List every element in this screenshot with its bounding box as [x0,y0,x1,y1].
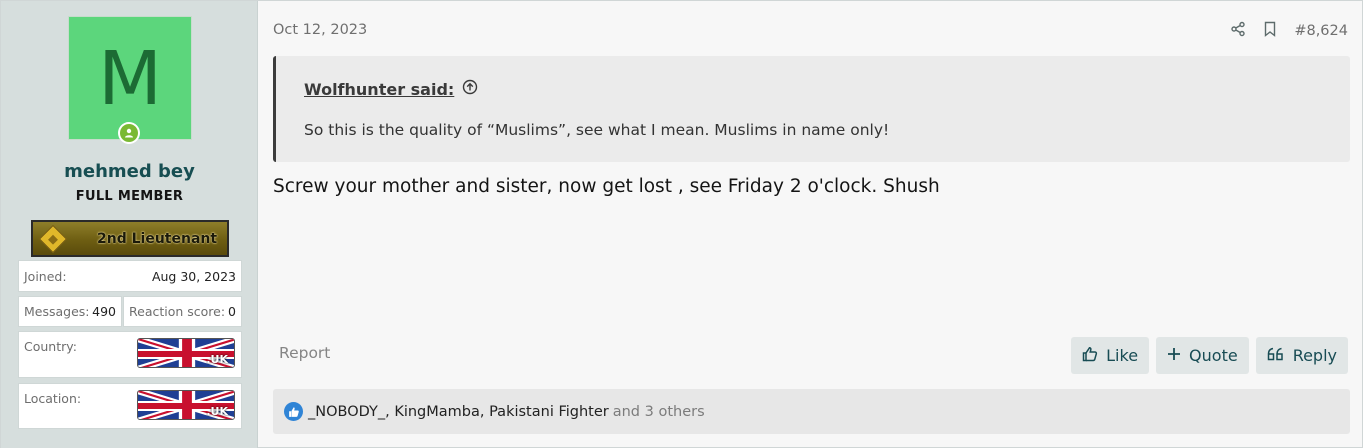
arrow-up-circle-icon[interactable] [462,79,478,99]
quote-author[interactable]: Wolfhunter said: [304,80,454,99]
reaction-separator: , [479,403,490,420]
online-status-icon [118,122,140,144]
messages-stat: Messages: 490 [18,296,122,327]
like-label: Like [1106,346,1139,365]
reaction-score-stat: Reaction score: 0 [123,296,242,327]
share-icon[interactable] [1230,21,1246,41]
reply-quote-icon [1267,346,1285,365]
post-buttons: Like Quote Reply [1071,337,1348,374]
rank-insignia-icon [38,224,68,253]
quote-block: Wolfhunter said: So this is the quality … [273,56,1350,162]
reaction-others-link[interactable]: and 3 others [613,404,705,420]
location-label: Location: [24,391,82,406]
post-body: Screw your mother and sister, now get lo… [273,176,940,197]
rank-banner: 2nd Lieutenant [31,220,229,257]
flag-uk-text: .UK [206,405,228,418]
quote-text: So this is the quality of “Muslims”, see… [304,121,890,139]
like-button[interactable]: Like [1071,337,1150,374]
flag-uk-text: .UK [206,353,228,366]
reaction-score-value: 0 [228,304,236,319]
post-number-link[interactable]: #8,624 [1294,23,1348,39]
quote-button[interactable]: Quote [1156,337,1249,374]
username[interactable]: mehmed bey [1,161,258,182]
quote-author-link[interactable]: Wolfhunter said: [304,79,478,99]
reaction-score-label: Reaction score: [129,304,226,319]
reply-label: Reply [1292,346,1337,365]
plus-icon [1167,346,1181,365]
reaction-user-link[interactable]: KingMamba [394,404,480,420]
post-date[interactable]: Oct 12, 2023 [273,22,367,38]
quote-label: Quote [1189,346,1238,365]
messages-value: 490 [92,304,116,319]
country-stat: Country: .UK [18,331,242,378]
joined-stat: Joined: Aug 30, 2023 [18,260,242,292]
post-actions: #8,624 [1230,21,1348,41]
reply-button[interactable]: Reply [1255,337,1348,374]
reaction-user-link[interactable]: Pakistani Fighter [489,404,609,420]
reaction-separator: , [385,403,395,420]
rank-label: 2nd Lieutenant [97,230,218,247]
thumbs-up-icon [1082,346,1098,366]
reaction-user-link[interactable]: _NOBODY_ [308,404,385,420]
reactions-bar[interactable]: _NOBODY_, KingMamba, Pakistani Fighter a… [273,389,1350,434]
uk-flag-image: .UK [137,338,235,368]
joined-value: Aug 30, 2023 [151,268,236,284]
like-reaction-icon [284,402,303,421]
bookmark-icon[interactable] [1262,21,1278,41]
messages-label: Messages: [24,304,90,319]
joined-label: Joined: [24,268,67,284]
location-stat: Location: .UK [18,383,242,429]
user-sidebar: M mehmed bey FULL MEMBER 2nd Lieutenant … [1,1,258,448]
report-link[interactable]: Report [279,344,330,362]
user-title: FULL MEMBER [75,189,184,204]
uk-flag-image: .UK [137,390,235,420]
country-label: Country: [24,339,77,354]
forum-post: M mehmed bey FULL MEMBER 2nd Lieutenant … [0,0,1363,448]
